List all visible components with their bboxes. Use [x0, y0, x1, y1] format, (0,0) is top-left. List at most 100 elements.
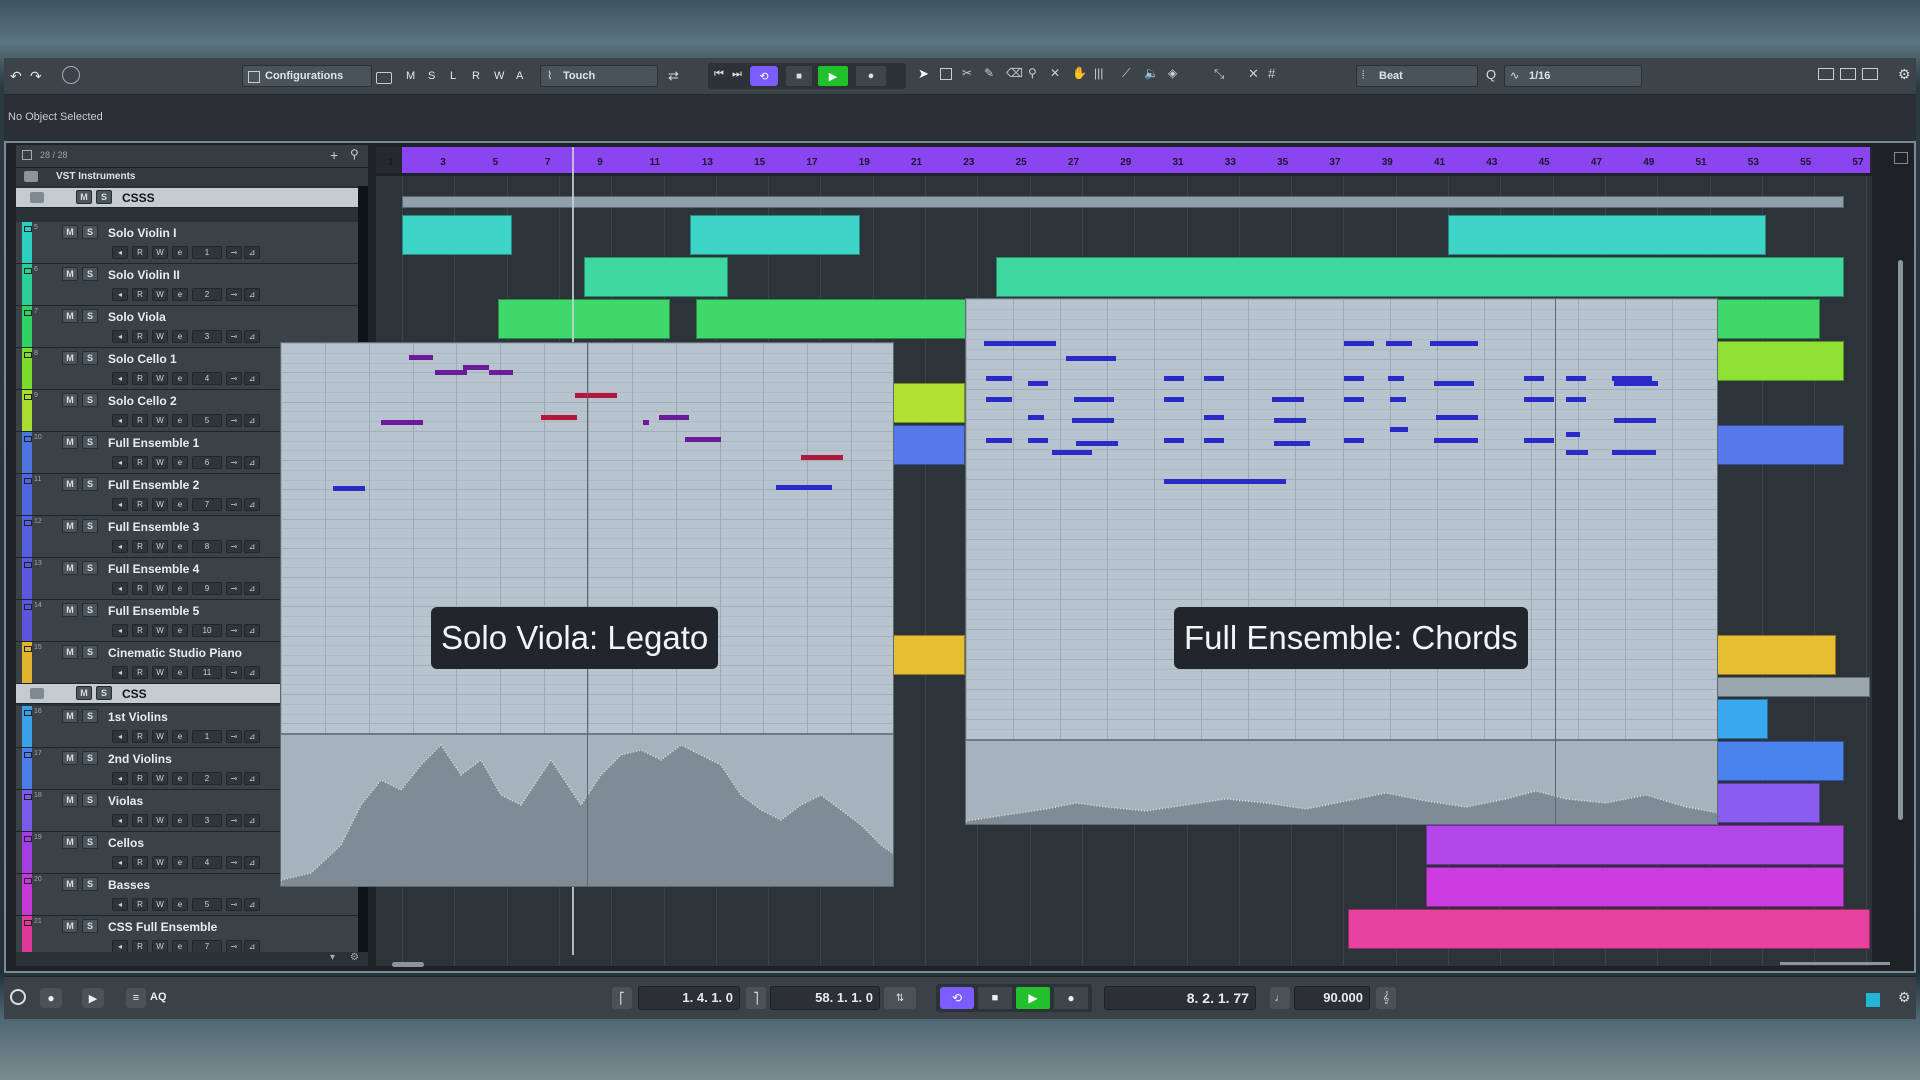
note[interactable] — [1390, 427, 1408, 432]
solo-button[interactable]: S — [82, 309, 98, 323]
undo-icon[interactable]: ↶ — [10, 68, 22, 85]
instrument-button[interactable]: ⊿ — [244, 456, 260, 469]
solo-button[interactable]: S — [82, 709, 98, 723]
mute-button[interactable]: M — [62, 877, 78, 891]
edit-button[interactable]: e — [172, 246, 188, 259]
snap-toggle-icon[interactable]: ✕ — [1248, 66, 1259, 82]
tempo-display[interactable]: 90.000 — [1294, 986, 1370, 1010]
edit-button[interactable]: e — [172, 372, 188, 385]
color-icon[interactable]: ◈ — [1168, 66, 1177, 80]
instrument-button[interactable]: ⊿ — [244, 624, 260, 637]
read-button[interactable]: R — [132, 372, 148, 385]
note[interactable] — [1052, 450, 1092, 455]
note[interactable] — [1164, 376, 1184, 381]
mute-button[interactable]: M — [62, 561, 78, 575]
solo-button[interactable]: S — [82, 519, 98, 533]
midi-part[interactable] — [402, 196, 1844, 208]
mute-button[interactable]: M — [62, 919, 78, 933]
search-icon[interactable]: ⚲ — [350, 147, 359, 161]
inserts-button[interactable]: ⊸ — [226, 814, 242, 827]
speaker-icon[interactable]: 🔈 — [1144, 66, 1159, 80]
edit-button[interactable]: e — [172, 730, 188, 743]
instrument-button[interactable]: ⊿ — [244, 814, 260, 827]
read-button[interactable]: R — [132, 456, 148, 469]
write-button[interactable]: W — [152, 288, 168, 301]
midi-part[interactable] — [1348, 909, 1870, 949]
midi-part[interactable] — [893, 383, 965, 423]
monitor-button[interactable]: ◂ — [112, 624, 128, 637]
write-button[interactable]: W — [152, 898, 168, 911]
edit-button[interactable]: e — [172, 898, 188, 911]
midi-part[interactable] — [1716, 677, 1870, 697]
split-icon[interactable]: ✂ — [962, 66, 972, 80]
inserts-button[interactable]: ⊸ — [226, 456, 242, 469]
inserts-button[interactable]: ⊸ — [226, 372, 242, 385]
midi-part[interactable] — [584, 257, 728, 297]
inserts-button[interactable]: ⊸ — [226, 772, 242, 785]
note[interactable] — [1164, 479, 1286, 484]
write-button[interactable]: W — [152, 856, 168, 869]
mute-button[interactable]: M — [76, 190, 92, 204]
write-button[interactable]: W — [152, 772, 168, 785]
note[interactable] — [986, 397, 1012, 402]
mute-button[interactable]: M — [62, 309, 78, 323]
solo-button[interactable]: S — [82, 877, 98, 891]
channel-field[interactable]: 9 — [192, 582, 222, 595]
mode-m[interactable]: M — [406, 70, 415, 82]
note[interactable] — [1344, 376, 1364, 381]
solo-button[interactable]: S — [82, 603, 98, 617]
write-button[interactable]: W — [152, 330, 168, 343]
note[interactable] — [1612, 450, 1656, 455]
left-locator[interactable]: 1. 4. 1. 0 — [638, 986, 740, 1010]
midi-part[interactable] — [1716, 699, 1768, 739]
settings-icon[interactable]: ⚙ — [1898, 66, 1911, 83]
read-button[interactable]: R — [132, 814, 148, 827]
midi-part[interactable] — [893, 635, 965, 675]
transport-play-icon[interactable]: ▶ — [1016, 987, 1050, 1009]
read-button[interactable]: R — [132, 540, 148, 553]
instrument-button[interactable]: ⊿ — [244, 288, 260, 301]
note[interactable] — [685, 437, 721, 442]
camera-icon[interactable] — [376, 72, 392, 84]
note[interactable] — [1074, 397, 1114, 402]
note[interactable] — [1566, 450, 1588, 455]
note[interactable] — [1164, 397, 1184, 402]
arrange-vscroll[interactable] — [1898, 260, 1903, 820]
midi-part[interactable] — [1448, 215, 1766, 255]
cycle-icon[interactable]: ⟲ — [750, 66, 778, 86]
note[interactable] — [1028, 381, 1048, 386]
solo-button[interactable]: S — [82, 645, 98, 659]
note[interactable] — [1344, 341, 1374, 346]
go-end-icon[interactable]: ⏭ — [732, 68, 742, 81]
ensemble-key-editor[interactable]: Full Ensemble: Chords — [965, 298, 1718, 825]
inserts-button[interactable]: ⊸ — [226, 582, 242, 595]
transport-stop-icon[interactable]: ■ — [978, 987, 1012, 1009]
solo-button[interactable]: S — [82, 393, 98, 407]
tempo-track-icon[interactable]: 𝄞 — [1376, 987, 1396, 1009]
note[interactable] — [776, 485, 832, 490]
viola-key-editor[interactable]: Solo Viola: Legato — [280, 342, 894, 887]
play-icon[interactable]: ▶ — [818, 66, 848, 86]
solo-button[interactable]: S — [82, 267, 98, 281]
monitor-button[interactable]: ◂ — [112, 456, 128, 469]
write-button[interactable]: W — [152, 246, 168, 259]
note[interactable] — [986, 376, 1012, 381]
monitor-button[interactable]: ◂ — [112, 814, 128, 827]
read-button[interactable]: R — [132, 772, 148, 785]
inserts-button[interactable]: ⊸ — [226, 898, 242, 911]
solo-button[interactable]: S — [82, 561, 98, 575]
edit-button[interactable]: e — [172, 666, 188, 679]
channel-field[interactable]: 6 — [192, 456, 222, 469]
note[interactable] — [1164, 438, 1184, 443]
track-list-footer-gear-icon[interactable]: ⚙ — [350, 952, 359, 963]
channel-field[interactable]: 3 — [192, 330, 222, 343]
instrument-button[interactable]: ⊿ — [244, 666, 260, 679]
mode-l[interactable]: L — [450, 70, 456, 82]
instrument-button[interactable]: ⊿ — [244, 856, 260, 869]
window-layout-icon[interactable] — [1818, 68, 1834, 80]
inserts-button[interactable]: ⊸ — [226, 288, 242, 301]
erase-icon[interactable]: ⌫ — [1006, 66, 1023, 80]
range-icon[interactable] — [940, 68, 952, 80]
channel-field[interactable]: 2 — [192, 288, 222, 301]
note[interactable] — [986, 438, 1012, 443]
